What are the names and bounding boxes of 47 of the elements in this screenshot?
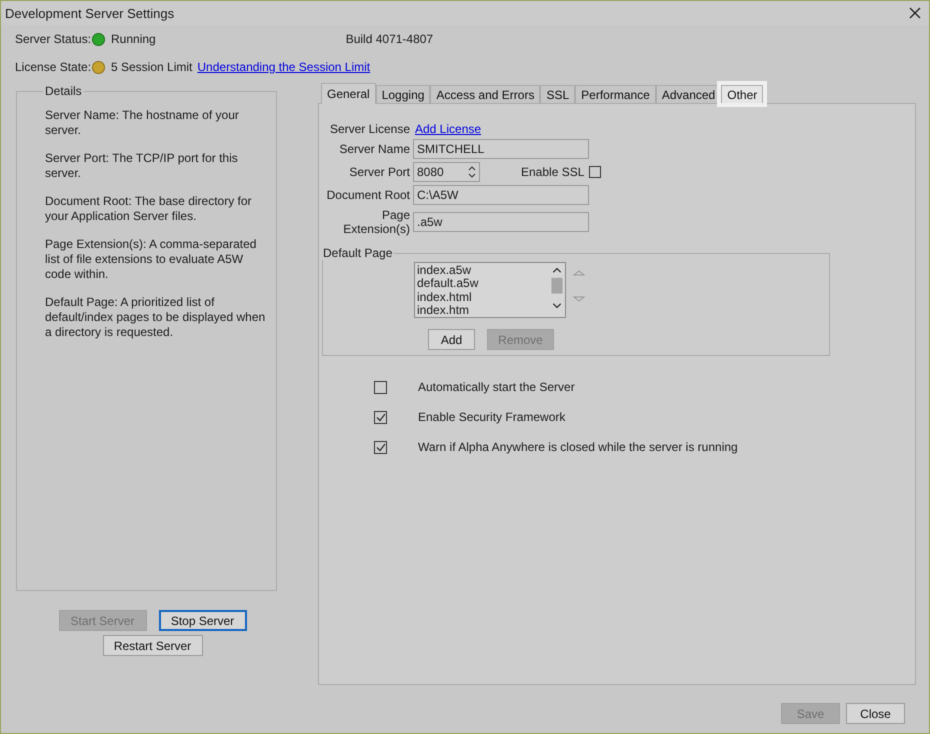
details-text: Page Extension(s): A comma-separated list of file extensions to evaluate A5W code within.	[45, 237, 258, 282]
details-text: Server Name: The hostname of your server.	[45, 108, 240, 138]
close-icon[interactable]	[909, 7, 921, 19]
tab[interactable]: Logging	[376, 85, 430, 103]
tab[interactable]: General	[321, 83, 376, 104]
list-item[interactable]: index.htm	[417, 304, 547, 318]
details-text: Server Port: The TCP/IP port for this server.	[45, 151, 239, 181]
field-label: Page Extension(s)	[342, 208, 410, 236]
field-label: Server Name	[338, 142, 410, 156]
field-label: Document Root	[326, 188, 410, 202]
option-label: Warn if Alpha Anywhere is closed while the server is running	[418, 440, 738, 454]
status-value: Running	[111, 32, 156, 46]
option-checkbox[interactable]	[374, 440, 387, 454]
license-value: 5 Session Limit	[111, 60, 192, 74]
list-item[interactable]: index.a5w	[417, 264, 547, 278]
input-field[interactable]: .a5w	[413, 212, 589, 232]
license-label: License State:	[15, 60, 92, 74]
input-field[interactable]: SMITCHELL	[413, 139, 589, 159]
default-page-list[interactable]: index.a5w default.a5w index.html index.htm	[414, 262, 566, 318]
list-button[interactable]: Add	[428, 329, 475, 350]
session-limit-link[interactable]: Understanding the Session Limit	[197, 60, 370, 74]
add-license-link[interactable]: Add License	[415, 122, 915, 136]
option-label: Automatically start the Server	[418, 380, 575, 394]
default-page-title: Default Page	[322, 246, 394, 260]
tab[interactable]: Access and Errors	[430, 85, 540, 103]
footer-button[interactable]: Close	[846, 703, 905, 724]
details-title: Details	[44, 84, 83, 98]
option-checkbox[interactable]	[374, 410, 387, 424]
input-field[interactable]: C:\A5W	[413, 185, 589, 205]
window-title: Development Server Settings	[5, 6, 174, 20]
field-label: Server Port	[348, 165, 410, 179]
option-label: Enable Security Framework	[418, 410, 566, 424]
license-field-label: Server License	[328, 122, 410, 136]
server-button[interactable]: Stop Server	[158, 610, 246, 631]
status-label: Server Status:	[15, 32, 92, 46]
list-item[interactable]: index.html	[417, 290, 547, 304]
list-item[interactable]: default.a5w	[417, 277, 547, 291]
details-text: Default Page: A prioritized list of default/index pages to be displayed when a directory is requested.	[45, 295, 266, 340]
restart-server-button[interactable]: Restart Server	[102, 635, 202, 656]
tab[interactable]: SSL	[540, 85, 576, 103]
details-text: Document Root: The base directory for your Application Server files.	[45, 194, 253, 224]
port-spinner[interactable]: 8080	[413, 162, 480, 182]
option-checkbox[interactable]	[374, 380, 387, 394]
ssl-checkbox[interactable]	[589, 166, 602, 178]
build-number: Build 4071-4807	[346, 32, 434, 46]
ssl-label: Enable SSL	[521, 165, 584, 179]
tab[interactable]: Performance	[575, 85, 656, 103]
